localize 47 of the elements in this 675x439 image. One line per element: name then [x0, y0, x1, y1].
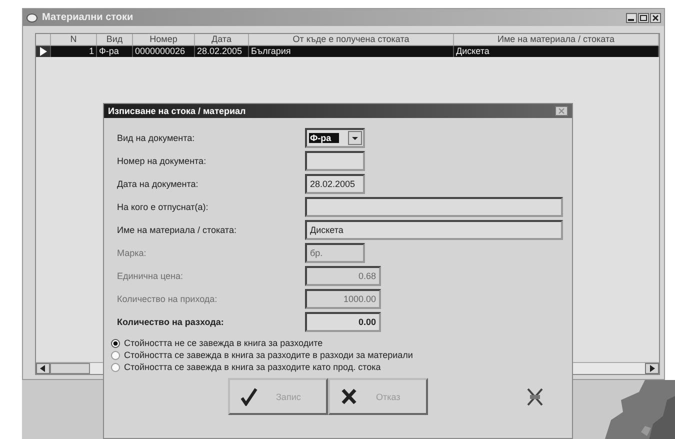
field-label: Дата на документа: — [117, 179, 198, 189]
field-label: Номер на документа: — [117, 156, 206, 166]
radio-button[interactable] — [111, 350, 120, 360]
table-row[interactable]: 1 Ф-ра 0000000026 28.02.2005 България Дискета — [36, 46, 659, 57]
table-cell: Ф-ра — [97, 46, 133, 57]
scroll-thumb[interactable] — [50, 363, 90, 374]
table-cell: Дискета — [454, 46, 659, 57]
column-header[interactable]: Номер — [133, 34, 195, 45]
input-field[interactable] — [305, 197, 563, 217]
field-label: Име на материала / стоката: — [117, 225, 236, 235]
table-cell: България — [249, 46, 454, 57]
radio-option[interactable]: Стойността се завежда в книга за разходите в разходи за материали — [111, 349, 572, 361]
close-icon[interactable] — [650, 12, 661, 22]
maximize-icon[interactable] — [638, 12, 649, 22]
scroll-left-icon[interactable] — [36, 363, 50, 374]
input-field[interactable] — [305, 151, 365, 171]
radio-option[interactable]: Стойността не се завежда в книга за разходите — [111, 337, 572, 349]
minimize-icon[interactable] — [626, 12, 637, 22]
radio-button[interactable] — [111, 362, 120, 372]
radio-option[interactable]: Стойността се завежда в книга за разходите като прод. стока — [111, 361, 572, 373]
cross-icon — [340, 387, 358, 406]
field-label: Количество на разхода: — [117, 317, 224, 327]
checkmark-icon — [240, 387, 258, 406]
field-label: Марка: — [117, 248, 146, 258]
column-header[interactable]: Име на материала / стоката — [454, 34, 659, 45]
field-label: Вид на документа: — [117, 133, 195, 143]
dialog-title: Изписване на стока / материал — [108, 106, 246, 116]
field-label: Единична цена: — [117, 271, 183, 281]
column-header[interactable]: От къде е получена стоката — [249, 34, 454, 45]
input-field[interactable]: 0.00 — [305, 312, 381, 332]
app-icon — [26, 12, 38, 22]
column-header[interactable]: Дата — [195, 34, 249, 45]
window-title: Материални стоки — [42, 12, 134, 23]
table-cell: 28.02.2005 — [195, 46, 249, 57]
radio-button[interactable] — [111, 338, 120, 348]
field-label: На кого е отпуснат(а): — [117, 202, 208, 212]
input-field[interactable]: Дискета — [305, 220, 563, 240]
table-cell: 1 — [51, 46, 97, 57]
field-label: Количество на прихода: — [117, 294, 218, 304]
table-cell: 0000000026 — [133, 46, 195, 57]
row-pointer-icon — [40, 47, 46, 56]
input-field[interactable]: 28.02.2005 — [305, 174, 365, 194]
column-header[interactable]: Вид — [97, 34, 133, 45]
column-header[interactable]: N — [51, 34, 97, 45]
tools-icon[interactable] — [526, 386, 544, 406]
scroll-right-icon[interactable] — [645, 363, 659, 374]
dropdown[interactable]: Ф-ра — [305, 128, 365, 148]
